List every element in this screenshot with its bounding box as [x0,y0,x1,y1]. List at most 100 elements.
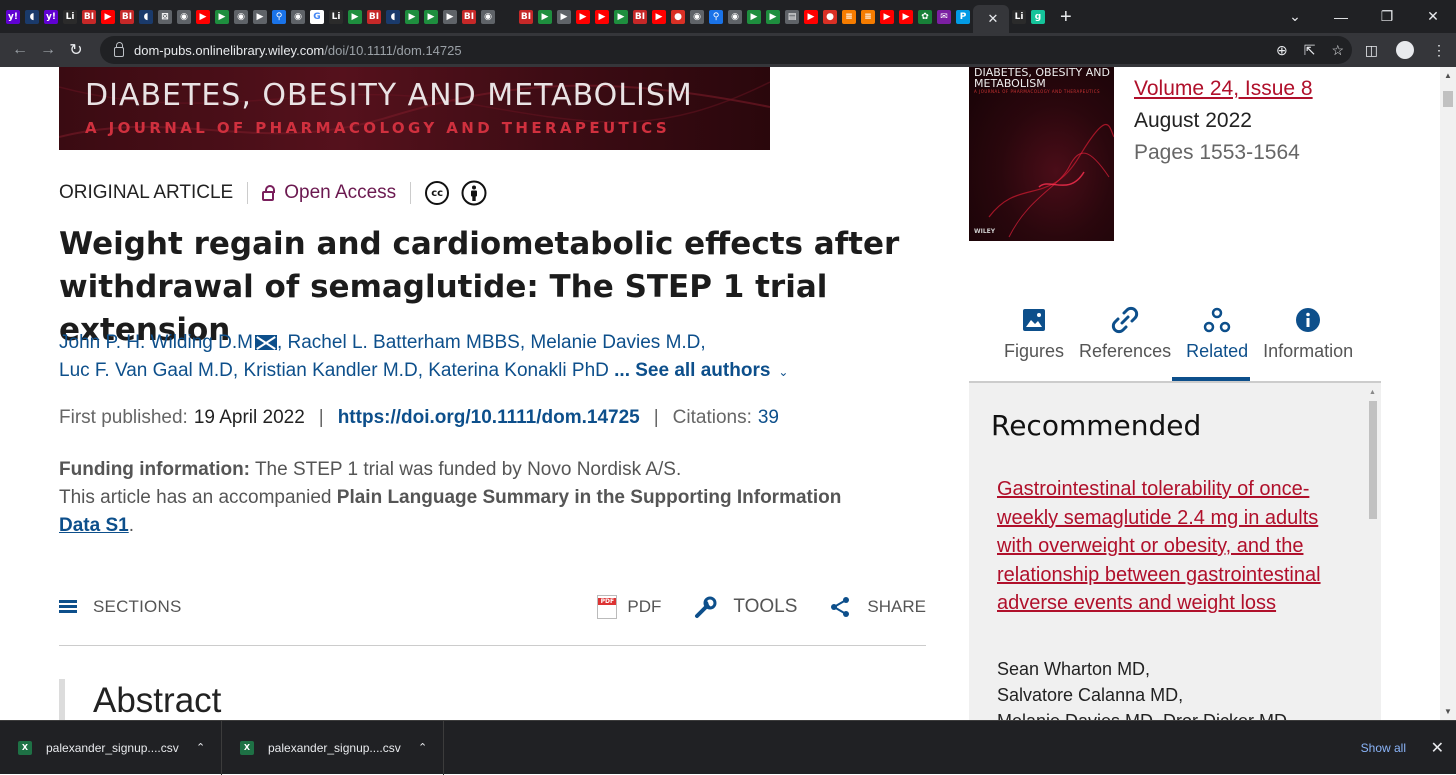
browser-tab[interactable]: ▶ [574,5,592,29]
data-s1-link[interactable]: Data S1 [59,515,129,536]
browser-tab[interactable]: ◉ [175,5,193,29]
author-link[interactable]: Luc F. Van Gaal M.D [59,360,233,381]
browser-tab[interactable]: G [308,5,326,29]
browser-tab[interactable]: ▶ [441,5,459,29]
url-text[interactable]: dom-pubs.onlinelibrary.wiley.com/doi/10.… [134,43,462,58]
browser-tab[interactable]: ▶ [422,5,440,29]
tab-related[interactable]: Related [1186,303,1248,362]
browser-tab[interactable]: ▶ [764,5,782,29]
browser-tab[interactable]: ◉ [479,5,497,29]
browser-tab[interactable]: ▶ [802,5,820,29]
browser-tab[interactable]: ✿ [916,5,934,29]
author-link[interactable]: John P. H. Wilding D.M [59,332,253,353]
tab-figures[interactable]: Figures [1004,303,1064,362]
browser-tab[interactable] [498,5,516,29]
browser-tab[interactable]: ● [669,5,687,29]
scroll-thumb[interactable] [1369,401,1377,519]
browser-tab[interactable]: g [1029,5,1047,29]
author-link[interactable]: Katerina Konakli PhD [428,360,609,381]
tab-search-icon[interactable]: ⌄ [1272,8,1318,25]
recommended-scrollbar[interactable]: ▲ [1366,387,1380,720]
browser-tab[interactable]: ▶ [403,5,421,29]
chevron-up-icon[interactable]: ⌃ [196,741,205,754]
browser-tab[interactable]: ◖ [23,5,41,29]
close-tab-icon[interactable]: ✕ [988,11,999,27]
sections-button[interactable]: SECTIONS [59,597,182,617]
scroll-up-icon[interactable]: ▲ [1444,71,1452,80]
share-button[interactable]: SHARE [829,596,926,618]
close-shelf-icon[interactable]: ✕ [1431,738,1444,758]
browser-tab[interactable]: ▶ [650,5,668,29]
bookmark-star-icon[interactable]: ☆ [1331,42,1344,59]
show-all-downloads-button[interactable]: Show all [1361,741,1406,755]
browser-tab[interactable]: ◖ [384,5,402,29]
attribution-icon[interactable] [461,180,487,206]
restore-icon[interactable]: ❐ [1364,8,1410,25]
menu-kebab-icon[interactable]: ⋮ [1432,42,1446,59]
download-item[interactable]: X palexander_signup....csv ⌃ [222,720,444,775]
tools-button[interactable]: TOOLS [693,594,797,620]
profile-avatar[interactable] [1396,41,1414,59]
browser-tab[interactable]: ▶ [194,5,212,29]
browser-tab[interactable]: ▶ [251,5,269,29]
browser-tab[interactable]: ▶ [897,5,915,29]
minimize-icon[interactable]: — [1318,9,1364,25]
side-panel-icon[interactable]: ◫ [1365,42,1378,59]
browser-tab[interactable]: ▶ [593,5,611,29]
page-scrollbar[interactable]: ▲ ▼ [1440,67,1456,720]
share-page-icon[interactable]: ⇱ [1304,42,1316,59]
browser-tab[interactable]: ▶ [213,5,231,29]
browser-tab[interactable]: ▶ [346,5,364,29]
author-link[interactable]: Rachel L. Batterham MBBS [288,332,520,353]
browser-tab[interactable]: BI [460,5,478,29]
chevron-up-icon[interactable]: ⌃ [418,741,427,754]
browser-tab[interactable]: ▶ [745,5,763,29]
back-icon[interactable]: ← [6,41,34,59]
doi-link[interactable]: https://doi.org/10.1111/dom.14725 [338,407,640,429]
download-item[interactable]: X palexander_signup....csv ⌃ [0,720,222,775]
address-bar[interactable]: dom-pubs.onlinelibrary.wiley.com/doi/10.… [100,36,1352,64]
browser-tab[interactable]: ≡ [840,5,858,29]
recommended-article-link[interactable]: Gastrointestinal tolerability of once-we… [997,475,1342,618]
pdf-button[interactable]: PDF [597,595,661,619]
new-tab-button[interactable]: + [1060,7,1072,27]
browser-tab[interactable]: ◖ [137,5,155,29]
tab-information[interactable]: Information [1263,303,1353,362]
forward-icon[interactable]: → [34,41,62,59]
scroll-thumb[interactable] [1443,91,1453,107]
browser-tab[interactable]: ▶ [99,5,117,29]
browser-tab[interactable]: ◉ [232,5,250,29]
browser-tab[interactable]: BI [80,5,98,29]
email-icon[interactable] [254,335,277,350]
close-window-icon[interactable]: ✕ [1410,8,1456,25]
chevron-down-icon[interactable]: ⌄ [778,358,788,386]
browser-tab[interactable]: ▶ [536,5,554,29]
browser-tab[interactable]: ⚲ [707,5,725,29]
browser-tab[interactable]: ≡ [859,5,877,29]
browser-tab[interactable]: BI [118,5,136,29]
journal-cover-image[interactable]: DIABETES, OBESITY AND METABOLISM A JOURN… [969,67,1114,241]
browser-tab[interactable]: Li [327,5,345,29]
browser-tab[interactable]: Li [1010,5,1028,29]
tab-references[interactable]: References [1079,303,1171,362]
browser-tab[interactable]: ▶ [612,5,630,29]
browser-tab[interactable]: ▶ [878,5,896,29]
browser-tab[interactable]: y! [42,5,60,29]
active-tab[interactable]: ✕ [973,5,1009,33]
journal-banner[interactable]: DIABETES, OBESITY AND METABOLISM A JOURN… [59,67,770,150]
open-access-label[interactable]: Open Access [284,182,396,204]
browser-tab[interactable]: ◉ [688,5,706,29]
browser-tab[interactable]: BI [631,5,649,29]
see-all-authors-button[interactable]: ... See all authors [614,360,770,381]
browser-tab[interactable]: y! [4,5,22,29]
browser-tab[interactable]: ✉ [935,5,953,29]
lock-icon[interactable] [114,42,124,57]
browser-tab[interactable]: ◉ [726,5,744,29]
reload-icon[interactable]: ↻ [62,40,90,60]
scroll-down-icon[interactable]: ▼ [1444,707,1452,716]
browser-tab[interactable]: BI [365,5,383,29]
browser-tab[interactable]: ● [821,5,839,29]
citations-count[interactable]: 39 [758,407,779,429]
browser-tab[interactable]: ⚲ [270,5,288,29]
browser-tab[interactable]: ◉ [289,5,307,29]
